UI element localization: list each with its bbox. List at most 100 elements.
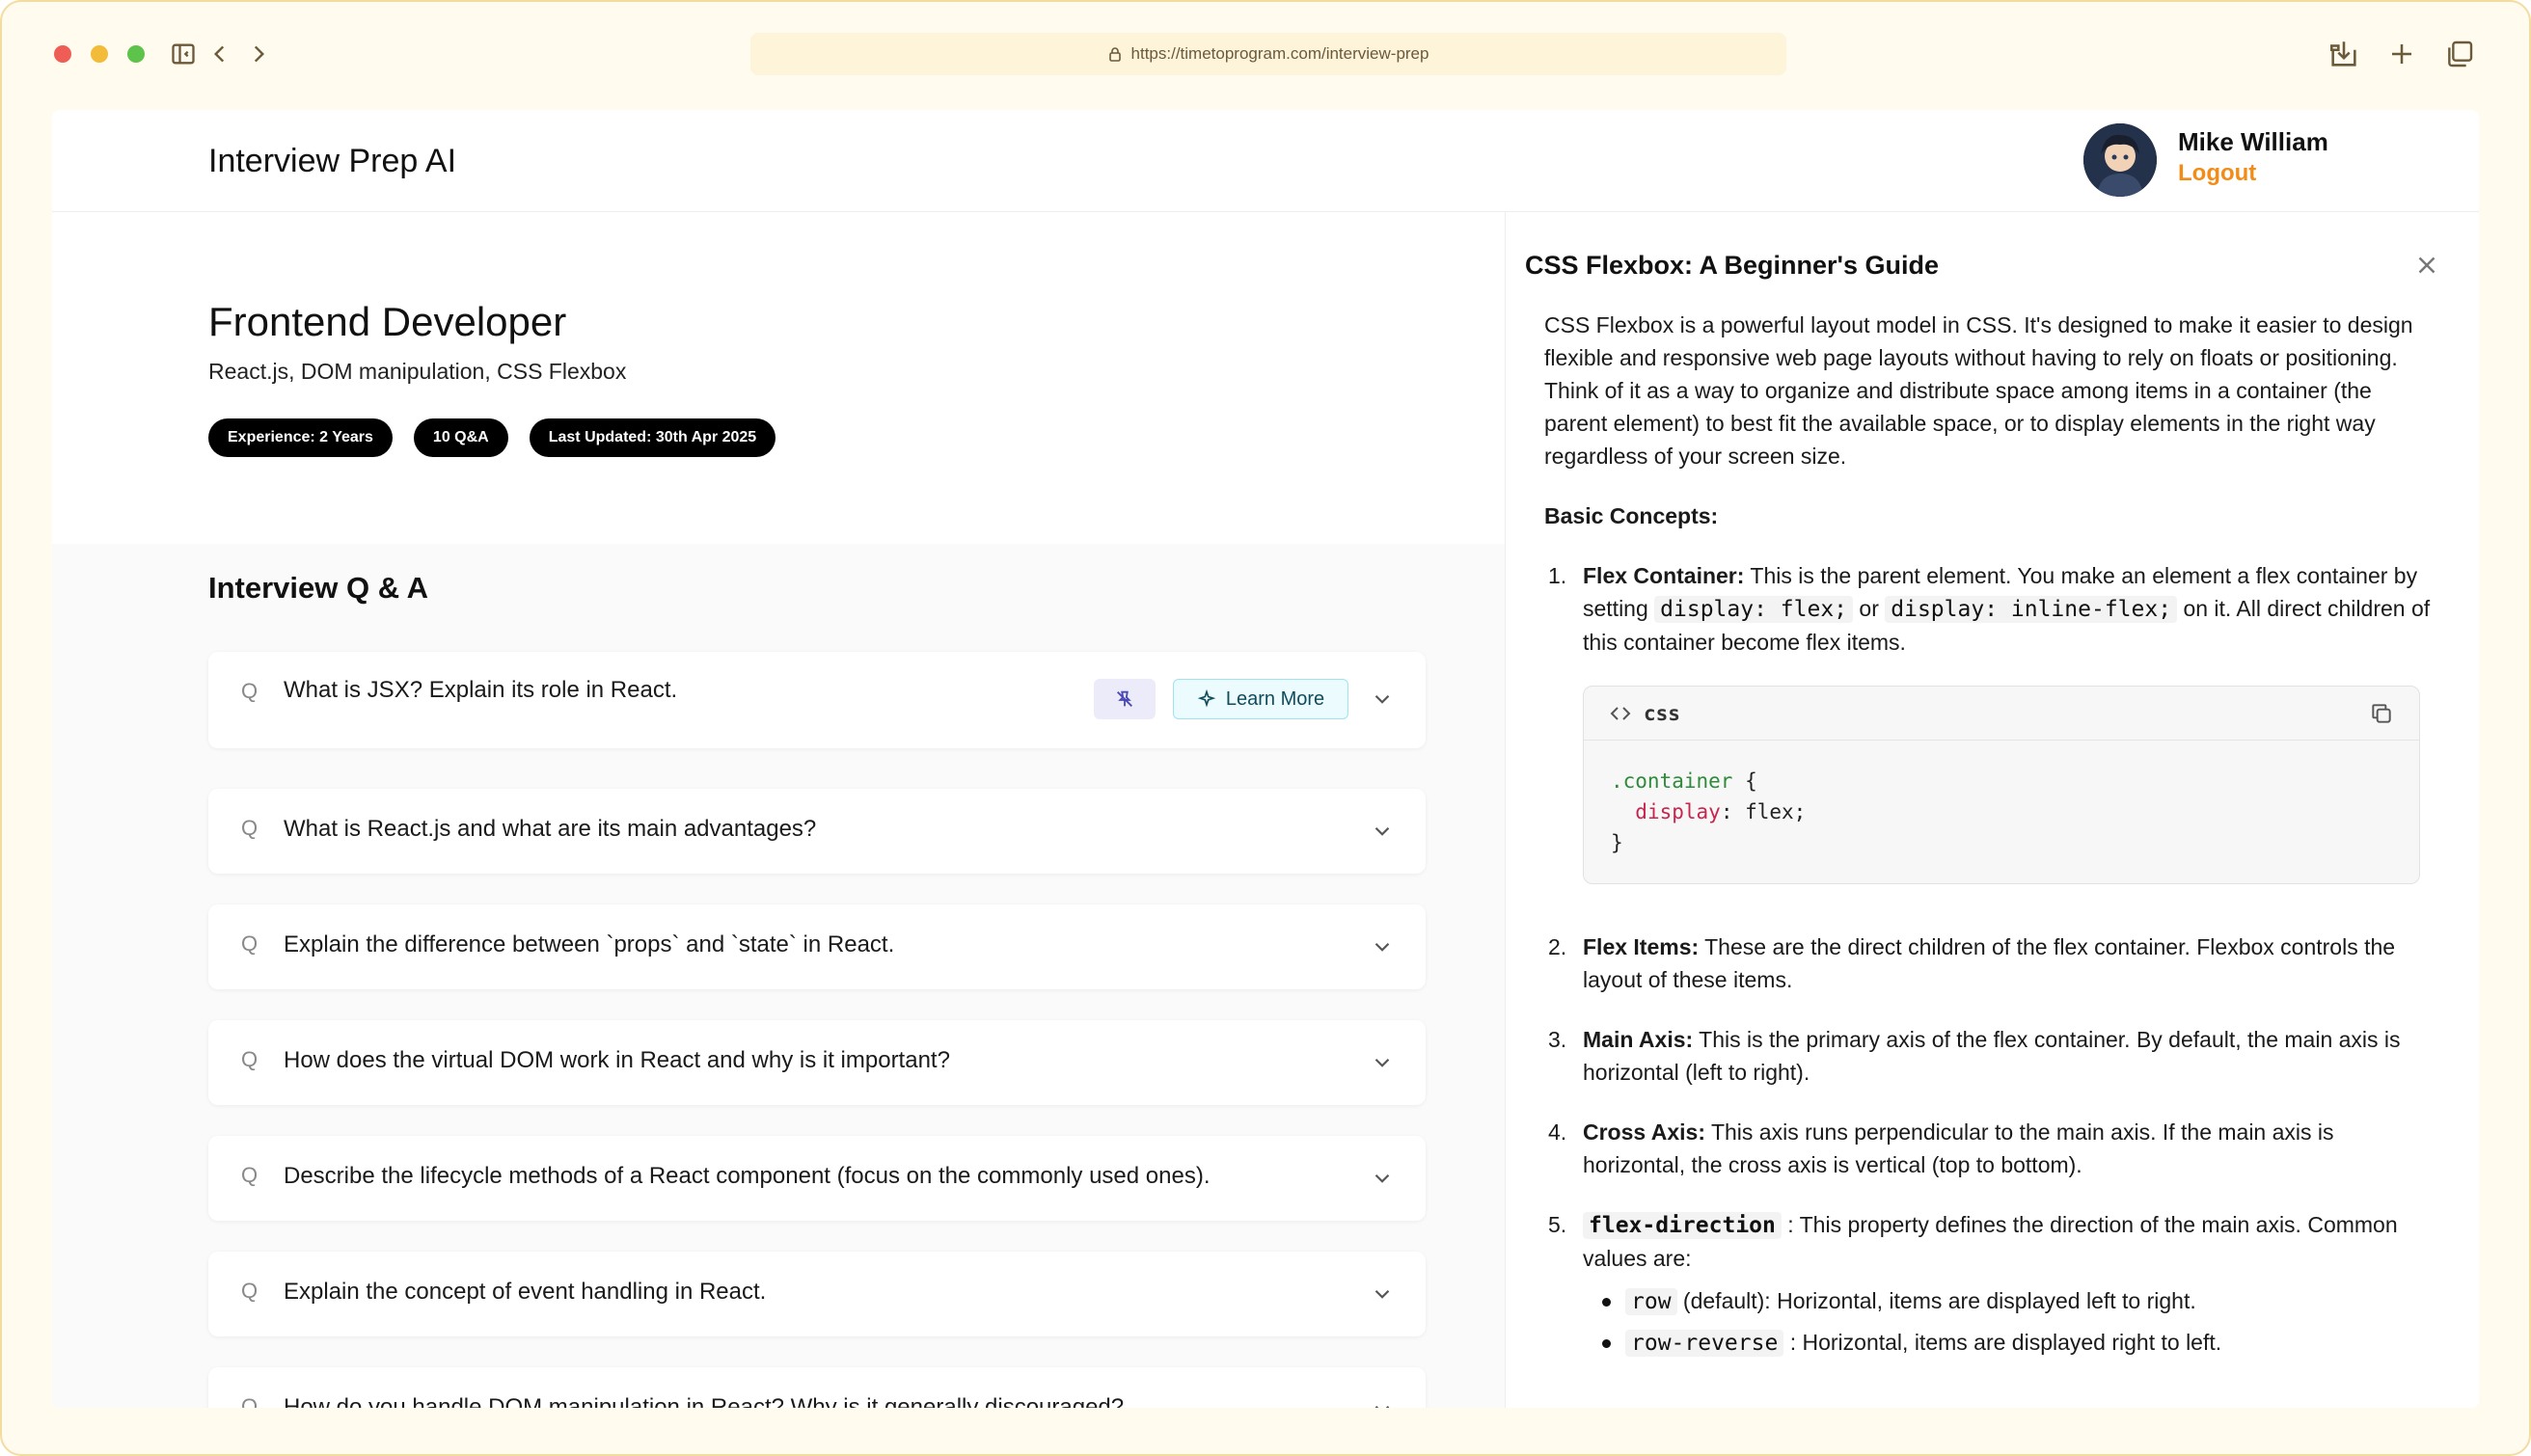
code-punct: { — [1732, 769, 1757, 793]
explanation-drawer: CSS Flexbox: A Beginner's Guide CSS Flex… — [1505, 212, 2479, 1408]
question-text[interactable]: Explain the difference between `props` a… — [284, 931, 894, 958]
inline-code: row — [1625, 1288, 1677, 1315]
list-number: 2. — [1548, 934, 1567, 959]
question-text[interactable]: Describe the lifecycle methods of a Reac… — [284, 1163, 1210, 1190]
code-icon — [1610, 706, 1631, 720]
new-tab-icon[interactable] — [2384, 37, 2419, 71]
inline-code: display: inline-flex; — [1885, 596, 2178, 623]
values-list: row (default): Horizontal, items are dis… — [1583, 1284, 2432, 1360]
url-text: https://timetoprogram.com/interview-prep — [1130, 44, 1429, 63]
bullet-item: row (default): Horizontal, items are dis… — [1598, 1284, 2432, 1318]
intro-paragraph: CSS Flexbox is a powerful layout model i… — [1544, 312, 2413, 469]
inline-code: flex-direction — [1583, 1212, 1782, 1239]
qa-count-pill: 10 Q&A — [413, 418, 508, 457]
pin-off-icon — [1117, 690, 1132, 707]
list-number: 4. — [1548, 1119, 1567, 1145]
copy-icon[interactable] — [2369, 701, 2394, 726]
term: Main Axis: — [1583, 1027, 1694, 1052]
avatar — [2083, 123, 2157, 197]
question-text[interactable]: How do you handle DOM manipulation in Re… — [284, 1394, 1124, 1408]
q-marker: Q — [241, 1163, 259, 1187]
role-topics: React.js, DOM manipulation, CSS Flexbox — [208, 359, 627, 384]
description: These are the direct children of the fle… — [1583, 934, 2396, 992]
term: Flex Container: — [1583, 563, 1745, 588]
list-number: 5. — [1548, 1212, 1567, 1237]
sidebar-toggle-icon[interactable] — [166, 37, 201, 71]
q-marker: Q — [241, 1279, 259, 1303]
term: Flex Items: — [1583, 934, 1700, 959]
chevron-down-icon[interactable] — [1370, 1050, 1395, 1075]
learn-more-label: Learn More — [1225, 688, 1325, 710]
qa-item[interactable]: Q How does the virtual DOM work in React… — [208, 1020, 1426, 1105]
role-title: Frontend Developer — [208, 299, 567, 344]
description: This is the primary axis of the flex con… — [1583, 1027, 2401, 1085]
browser-window: https://timetoprogram.com/interview-prep… — [0, 0, 2531, 1456]
description: (default): Horizontal, items are display… — [1676, 1288, 2196, 1313]
last-updated-pill: Last Updated: 30th Apr 2025 — [529, 418, 776, 457]
session-hero: Frontend Developer React.js, DOM manipul… — [52, 212, 1505, 544]
list-number: 1. — [1548, 563, 1567, 588]
qa-heading: Interview Q & A — [208, 571, 428, 605]
q-marker: Q — [241, 816, 259, 840]
top-navbar: Interview Prep AI Mike William Logout — [52, 110, 2479, 212]
q-marker: Q — [241, 679, 259, 703]
code-block-header: css — [1584, 687, 2419, 741]
list-item: 4. Cross Axis: This axis runs perpendicu… — [1544, 1116, 2432, 1181]
chevron-down-icon[interactable] — [1370, 1281, 1395, 1307]
inline-code: display: flex; — [1654, 596, 1854, 623]
left-column: Frontend Developer React.js, DOM manipul… — [52, 212, 1505, 1408]
chevron-down-icon[interactable] — [1370, 934, 1395, 959]
q-marker: Q — [241, 931, 259, 956]
back-arrow-icon[interactable] — [203, 37, 237, 71]
question-text[interactable]: How does the virtual DOM work in React a… — [284, 1047, 950, 1074]
session-pills: Experience: 2 Years 10 Q&A Last Updated:… — [208, 418, 776, 457]
drawer-title: CSS Flexbox: A Beginner's Guide — [1525, 251, 1939, 280]
qa-item[interactable]: Q Explain the difference between `props`… — [208, 904, 1426, 989]
forward-arrow-icon[interactable] — [241, 37, 276, 71]
qa-item[interactable]: Q What is JSX? Explain its role in React… — [208, 652, 1426, 748]
inline-code: row-reverse — [1625, 1330, 1784, 1357]
code-value: : flex; — [1720, 800, 1807, 823]
close-icon[interactable] — [2412, 251, 2441, 280]
bullet-item: row-reverse : Horizontal, items are disp… — [1598, 1326, 2432, 1360]
code-property: display — [1635, 800, 1721, 823]
experience-pill: Experience: 2 Years — [208, 418, 393, 457]
qa-item[interactable]: Q Explain the concept of event handling … — [208, 1252, 1426, 1336]
description: or — [1853, 596, 1886, 621]
code-selector: .container — [1611, 769, 1733, 793]
question-text[interactable]: What is JSX? Explain its role in React. — [284, 677, 677, 704]
list-item: 1. Flex Container: This is the parent el… — [1544, 559, 2432, 884]
app-title[interactable]: Interview Prep AI — [208, 143, 456, 180]
download-icon[interactable] — [2327, 37, 2361, 71]
logout-link[interactable]: Logout — [2178, 160, 2256, 187]
q-marker: Q — [241, 1394, 259, 1408]
maximize-window-button[interactable] — [127, 45, 145, 63]
chevron-down-icon[interactable] — [1370, 687, 1395, 712]
qa-item[interactable]: Q How do you handle DOM manipulation in … — [208, 1367, 1426, 1408]
code-language: css — [1644, 701, 1680, 725]
q-marker: Q — [241, 1047, 259, 1071]
unpin-button[interactable] — [1094, 679, 1156, 719]
term: Cross Axis: — [1583, 1119, 1705, 1145]
address-bar[interactable]: https://timetoprogram.com/interview-prep — [750, 33, 1786, 75]
list-item: 3. Main Axis: This is the primary axis o… — [1544, 1023, 2432, 1089]
tabs-overview-icon[interactable] — [2442, 37, 2477, 71]
qa-item[interactable]: Q Describe the lifecycle methods of a Re… — [208, 1136, 1426, 1221]
list-item: 2. Flex Items: These are the direct chil… — [1544, 930, 2432, 996]
question-text[interactable]: What is React.js and what are its main a… — [284, 816, 816, 843]
chevron-down-icon[interactable] — [1370, 819, 1395, 844]
concepts-list: 1. Flex Container: This is the parent el… — [1544, 559, 2432, 1360]
qa-item[interactable]: Q What is React.js and what are its main… — [208, 789, 1426, 874]
list-number: 3. — [1548, 1027, 1567, 1052]
description: : Horizontal, items are displayed right … — [1783, 1330, 2222, 1355]
minimize-window-button[interactable] — [91, 45, 108, 63]
code-content: .container { display: flex; } — [1584, 741, 2419, 883]
code-block: css .container { display: flex; } — [1583, 686, 2420, 884]
close-window-button[interactable] — [54, 45, 71, 63]
chevron-down-icon[interactable] — [1370, 1397, 1395, 1408]
question-text[interactable]: Explain the concept of event handling in… — [284, 1279, 766, 1306]
chevron-down-icon[interactable] — [1370, 1166, 1395, 1191]
qa-section: Interview Q & A Q What is JSX? Explain i… — [52, 544, 1505, 1408]
learn-more-button[interactable]: Learn More — [1173, 679, 1348, 719]
basic-concepts-heading: Basic Concepts: — [1544, 503, 1719, 528]
